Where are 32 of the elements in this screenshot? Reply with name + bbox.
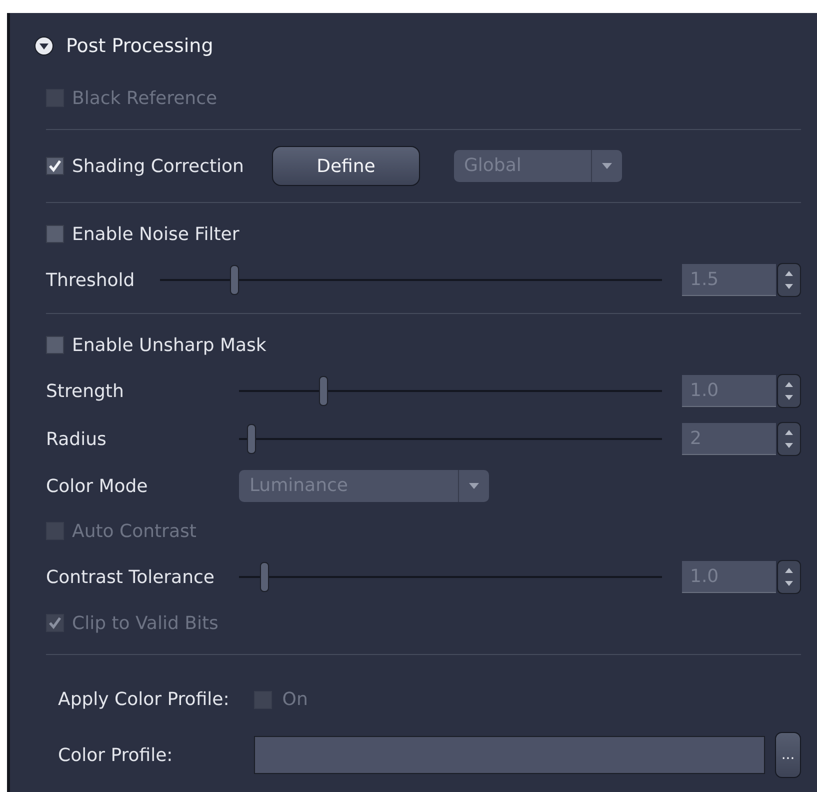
slider-label: Contrast Tolerance: [46, 566, 214, 588]
caret-icon: [602, 163, 612, 169]
checkbox[interactable]: [46, 157, 64, 175]
input-field[interactable]: [254, 736, 765, 774]
slider-label: Radius: [46, 428, 108, 450]
slider-label: Threshold: [46, 270, 135, 290]
slider-thumb[interactable]: [260, 562, 269, 592]
slider-thumb[interactable]: [318, 376, 328, 406]
checkbox-label: Clip to Valid Bits: [72, 612, 218, 634]
checkbox-label: Auto Contrast: [72, 520, 196, 542]
checkbox-label: Enable Noise Filter: [72, 224, 240, 244]
slider-label: Strength: [46, 380, 125, 402]
spin-buttons-icon[interactable]: [777, 560, 801, 594]
checkbox-label: Black Reference: [72, 88, 218, 108]
checkbox[interactable]: [46, 336, 64, 354]
checkbox-label: On: [282, 689, 308, 710]
spin-buttons-icon[interactable]: [777, 422, 801, 456]
slider-thumb[interactable]: [247, 424, 256, 454]
spin-buttons-icon[interactable]: [777, 263, 801, 297]
collapse-icon[interactable]: [34, 36, 54, 56]
field-label: Apply Color Profile:: [58, 689, 230, 710]
define-button[interactable]: Define: [272, 146, 420, 186]
field-label: Color Profile:: [58, 744, 174, 766]
spin-buttons-icon[interactable]: [777, 374, 801, 408]
section-title: Post Processing: [66, 35, 214, 57]
checkbox-label: Enable Unsharp Mask: [72, 334, 266, 356]
dropdown-label: Color Mode: [46, 476, 149, 496]
caret-icon: [469, 483, 480, 489]
browse-button[interactable]: ...: [775, 732, 801, 778]
checkbox-label: Shading Correction: [72, 156, 244, 176]
checkbox[interactable]: [46, 225, 64, 243]
slider-thumb[interactable]: [230, 265, 240, 295]
